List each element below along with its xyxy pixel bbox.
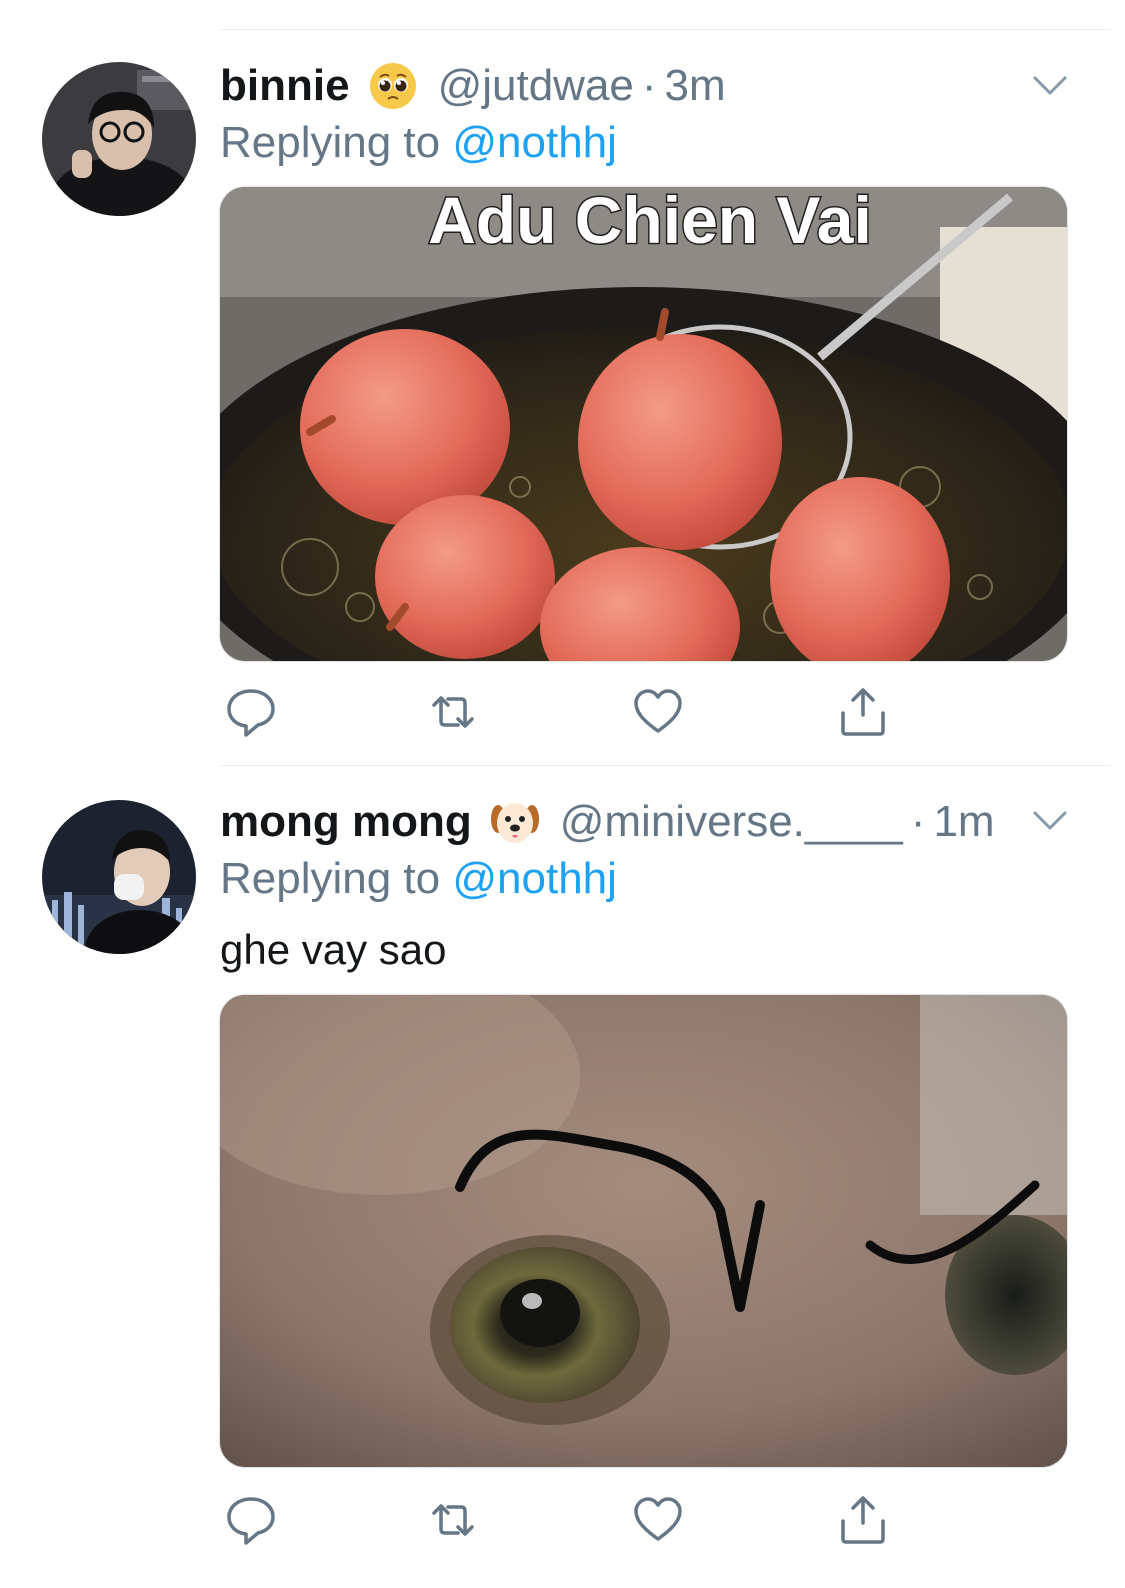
- chevron-down-icon[interactable]: [1032, 810, 1068, 832]
- pleading-face-emoji: [368, 61, 418, 111]
- handle[interactable]: @jutdwae: [438, 61, 634, 111]
- share-icon[interactable]: [836, 1493, 890, 1547]
- tweet-actions: [220, 685, 920, 741]
- separator-dot: ·: [641, 61, 657, 110]
- replying-to-line: Replying to @nothhj: [220, 118, 617, 168]
- dog-face-emoji: [490, 797, 540, 847]
- timestamp[interactable]: 1m: [933, 797, 994, 847]
- replying-to-label: Replying to: [220, 118, 441, 167]
- like-icon[interactable]: [631, 1493, 685, 1547]
- like-icon[interactable]: [631, 685, 685, 739]
- reply-icon[interactable]: [224, 685, 278, 739]
- tweet-header: mong mong @miniverse.____ · 1m: [220, 797, 995, 847]
- replying-to-label: Replying to: [220, 854, 441, 903]
- tweet-image[interactable]: [219, 994, 1068, 1468]
- tweet-actions: [220, 1493, 920, 1549]
- handle[interactable]: @miniverse.____: [560, 797, 903, 847]
- avatar[interactable]: [42, 62, 196, 216]
- display-name[interactable]: binnie: [220, 61, 350, 111]
- reply-icon[interactable]: [224, 1493, 278, 1547]
- tweet-text: ghe vay sao: [220, 926, 447, 973]
- display-name[interactable]: mong mong: [220, 797, 472, 847]
- tweet-image[interactable]: Adu Chien Vai: [219, 186, 1068, 662]
- replying-to-line: Replying to @nothhj: [220, 854, 617, 904]
- retweet-icon[interactable]: [426, 685, 480, 739]
- chevron-down-icon[interactable]: [1032, 75, 1068, 97]
- retweet-icon[interactable]: [426, 1493, 480, 1547]
- tweet-header: binnie @jutdwae · 3m: [220, 61, 726, 111]
- avatar[interactable]: [42, 800, 196, 954]
- separator-dot: ·: [910, 797, 926, 846]
- mention-link[interactable]: @nothhj: [452, 854, 617, 903]
- image-caption: Adu Chien Vai: [428, 187, 872, 257]
- timestamp[interactable]: 3m: [665, 61, 726, 111]
- top-divider: [220, 29, 1111, 30]
- mention-link[interactable]: @nothhj: [452, 118, 617, 167]
- share-icon[interactable]: [836, 685, 890, 739]
- tweet-divider: [220, 765, 1111, 766]
